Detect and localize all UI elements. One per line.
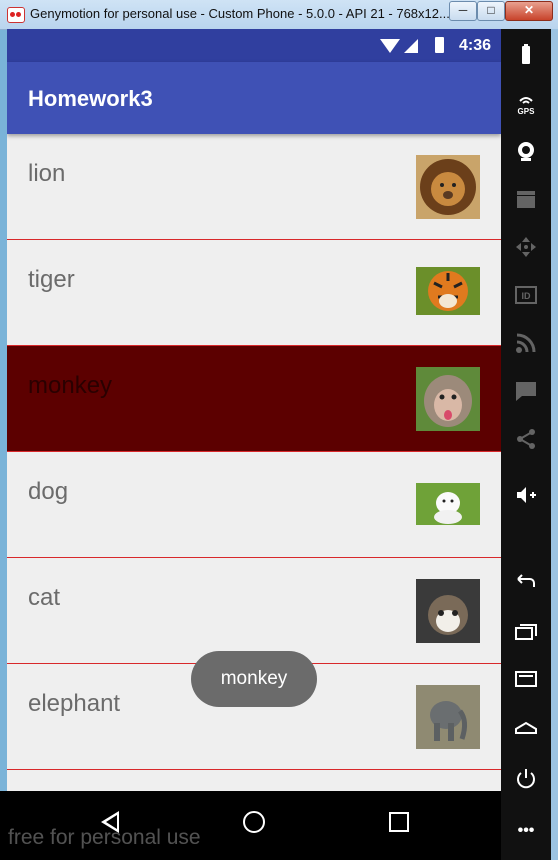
dog-thumbnail [416,473,480,537]
list-item-cat[interactable]: cat [7,558,501,664]
message-icon [516,382,536,401]
id-icon: ID [515,286,537,304]
genymotion-icon [7,7,25,23]
volume-up-icon [517,487,536,503]
battery-widget-icon [522,44,530,64]
rss-icon [516,333,536,353]
battery-widget-button[interactable] [501,35,551,75]
toast-message: monkey [191,651,317,707]
move-arrows-icon [516,237,536,257]
status-bar: 4:36 [7,29,501,62]
sidebar-home-button[interactable] [501,707,551,747]
webcam-icon [518,142,534,161]
elephant-thumbnail [416,685,480,749]
list-item-dog[interactable]: dog [7,452,501,558]
share-icon [517,429,535,449]
device-id-button[interactable]: ID [501,275,551,315]
screencast-button[interactable] [501,179,551,219]
list-item-label: dog [28,478,69,505]
lion-thumbnail [416,155,480,219]
signal-icon [404,39,418,53]
recent-apps-icon[interactable] [389,812,409,832]
volume-up-button[interactable] [501,475,551,515]
list-item-label: cat [28,584,61,611]
share-button[interactable] [501,419,551,459]
recent-windows-icon [515,624,537,640]
sidebar-menu-button[interactable] [501,659,551,699]
window-titlebar: Genymotion for personal use - Custom Pho… [0,0,558,30]
network-button[interactable] [501,323,551,363]
minimize-button[interactable]: ─ [449,1,477,21]
app-bar: Homework3 [7,62,501,134]
sidebar-recent-button[interactable] [501,611,551,651]
svg-text:ID: ID [522,291,532,301]
genymotion-sidebar: GPS ID ••• [501,29,551,860]
power-button[interactable] [501,759,551,799]
list-item-tiger[interactable]: tiger [7,240,501,346]
cat-thumbnail [416,579,480,643]
list-item-label: lion [28,160,66,187]
watermark-text: free for personal use [8,826,201,849]
gps-button[interactable]: GPS [501,83,551,123]
webcam-button[interactable] [501,131,551,171]
app-title: Homework3 [28,86,153,111]
list-item-lion[interactable]: lion [7,134,501,240]
sms-button[interactable] [501,371,551,411]
window-title: Genymotion for personal use - Custom Pho… [30,6,450,21]
clapperboard-icon [517,191,535,208]
sidebar-back-button[interactable] [501,563,551,603]
home-shape-icon [515,721,537,734]
menu-icon [515,671,537,687]
home-icon[interactable] [243,811,265,833]
monkey-thumbnail [416,367,480,431]
status-time: 4:36 [458,37,491,54]
more-dots-icon: ••• [517,822,535,839]
list-item-label: monkey [28,372,113,399]
battery-icon [435,37,444,53]
list-item-label: elephant [28,690,121,717]
remote-control-button[interactable] [501,227,551,267]
gps-icon: GPS [518,97,536,115]
list-item-monkey[interactable]: monkey [7,346,501,452]
tiger-thumbnail [416,261,480,325]
svg-text:GPS: GPS [518,107,536,115]
more-options-button[interactable]: ••• [501,811,551,851]
maximize-button[interactable]: □ [477,1,505,21]
device-screen: 4:36 Homework3 lion tiger monkey dog cat… [7,29,501,791]
wifi-icon [380,39,400,53]
list-item-label: tiger [28,266,75,293]
power-icon [517,769,535,789]
close-button[interactable]: ✕ [505,1,553,21]
back-arrow-icon [517,574,535,587]
window-right-border [551,29,558,860]
